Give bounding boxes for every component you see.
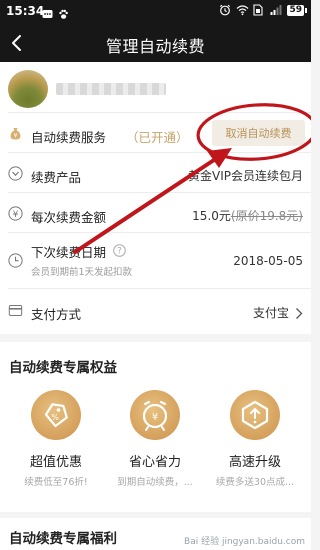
app-screen: 15:34 59 管理自动续费 ¥ 自动续费服务 （已开通） 取消自动续费 续费… <box>0 0 311 550</box>
amount-value-group: 15.0元(原价19.8元) <box>192 207 303 224</box>
status-time: 15:34 <box>6 4 45 18</box>
next-date-value: 2018-05-05 <box>233 254 303 268</box>
cancel-auto-renew-button[interactable]: 取消自动续费 <box>212 120 305 146</box>
help-icon[interactable]: ? <box>113 242 126 257</box>
status-bar: 15:34 59 <box>0 0 311 24</box>
avatar <box>8 70 48 108</box>
benefit-title: 省心省力 <box>128 455 181 470</box>
watermark: Bai 经验 jingyan.baidu.com <box>184 537 305 547</box>
amount-label: 每次续费金额 <box>31 210 107 225</box>
battery-icon: 59 <box>287 4 307 16</box>
username-blurred <box>56 83 166 95</box>
benefit-title: 高速升级 <box>228 455 281 470</box>
next-date-note: 会员到期前1天发起扣款 <box>31 267 133 278</box>
upgrade-badge-icon <box>230 390 280 440</box>
benefit-desc: 续费多送30点成... <box>215 477 295 488</box>
page-title: 管理自动续费 <box>105 37 205 56</box>
benefit-desc: 到期自动续费，... <box>117 477 193 488</box>
system-icons: 59 <box>219 4 307 16</box>
alarm-clock-icon: ¥ <box>130 390 180 440</box>
alarm-icon <box>219 4 231 16</box>
benefits-section: 自动续费专属权益 % 超值优惠 续费低至76折! ¥ 省心省力 到期自动续费，.… <box>0 342 311 512</box>
paw-icon <box>58 5 69 19</box>
message-icon <box>42 5 53 18</box>
welfare-title: 自动续费专属福利 <box>9 531 117 547</box>
payment-value: 支付宝 <box>252 306 289 320</box>
benefit-item[interactable]: ¥ 省心省力 到期自动续费，... <box>105 390 205 500</box>
svg-text:¥: ¥ <box>13 210 19 220</box>
benefit-title: 超值优惠 <box>29 455 82 470</box>
amount-original: (原价19.8元) <box>230 209 303 223</box>
signal-icon <box>270 4 282 16</box>
sim-icon <box>253 4 265 16</box>
benefit-desc: 续费低至76折! <box>24 477 88 488</box>
service-row: ¥ 自动续费服务 （已开通） 取消自动续费 <box>0 116 311 152</box>
payment-label: 支付方式 <box>31 307 82 322</box>
product-row: 续费产品 黄金VIP会员连续包月 <box>0 156 311 192</box>
divider <box>8 288 311 289</box>
product-label: 续费产品 <box>31 170 82 185</box>
benefits-title: 自动续费专属权益 <box>9 360 117 376</box>
divider <box>8 112 311 113</box>
next-date-row: 下次续费日期 ? 会员到期前1天发起扣款 2018-05-05 <box>0 236 311 286</box>
divider <box>8 152 311 153</box>
svg-text:¥: ¥ <box>152 412 158 423</box>
chevron-right-icon <box>295 305 303 324</box>
service-label: 自动续费服务 <box>31 130 107 145</box>
notification-icons <box>42 5 69 19</box>
benefit-item[interactable]: % 超值优惠 续费低至76折! <box>6 390 106 500</box>
discount-tag-icon: % <box>31 390 81 440</box>
benefit-item[interactable]: 高速升级 续费多送30点成... <box>205 390 305 500</box>
subscription-card: ¥ 自动续费服务 （已开通） 取消自动续费 续费产品 黄金VIP会员连续包月 ¥… <box>0 62 311 334</box>
title-bar: 管理自动续费 <box>0 24 311 62</box>
payment-row[interactable]: 支付方式 支付宝 <box>0 292 311 330</box>
amount-value: 15.0元 <box>192 209 231 223</box>
divider <box>8 192 311 193</box>
yen-icon: ¥ <box>8 206 23 221</box>
product-value: 黄金VIP会员连续包月 <box>188 169 303 183</box>
profile-row <box>0 62 311 112</box>
svg-text:?: ? <box>117 247 122 257</box>
amount-row: ¥ 每次续费金额 15.0元(原价19.8元) <box>0 196 311 232</box>
money-bag-icon: ¥ <box>8 126 23 141</box>
vip-chevron-icon <box>8 166 23 181</box>
divider <box>8 232 311 233</box>
card-icon <box>8 303 23 318</box>
next-date-label: 下次续费日期 <box>31 245 107 260</box>
service-status: （已开通） <box>126 130 189 145</box>
wifi-icon <box>236 4 249 16</box>
clock-icon <box>8 253 23 268</box>
svg-text:¥: ¥ <box>14 132 18 139</box>
battery-level: 59 <box>287 4 304 16</box>
svg-text:%: % <box>51 413 59 422</box>
